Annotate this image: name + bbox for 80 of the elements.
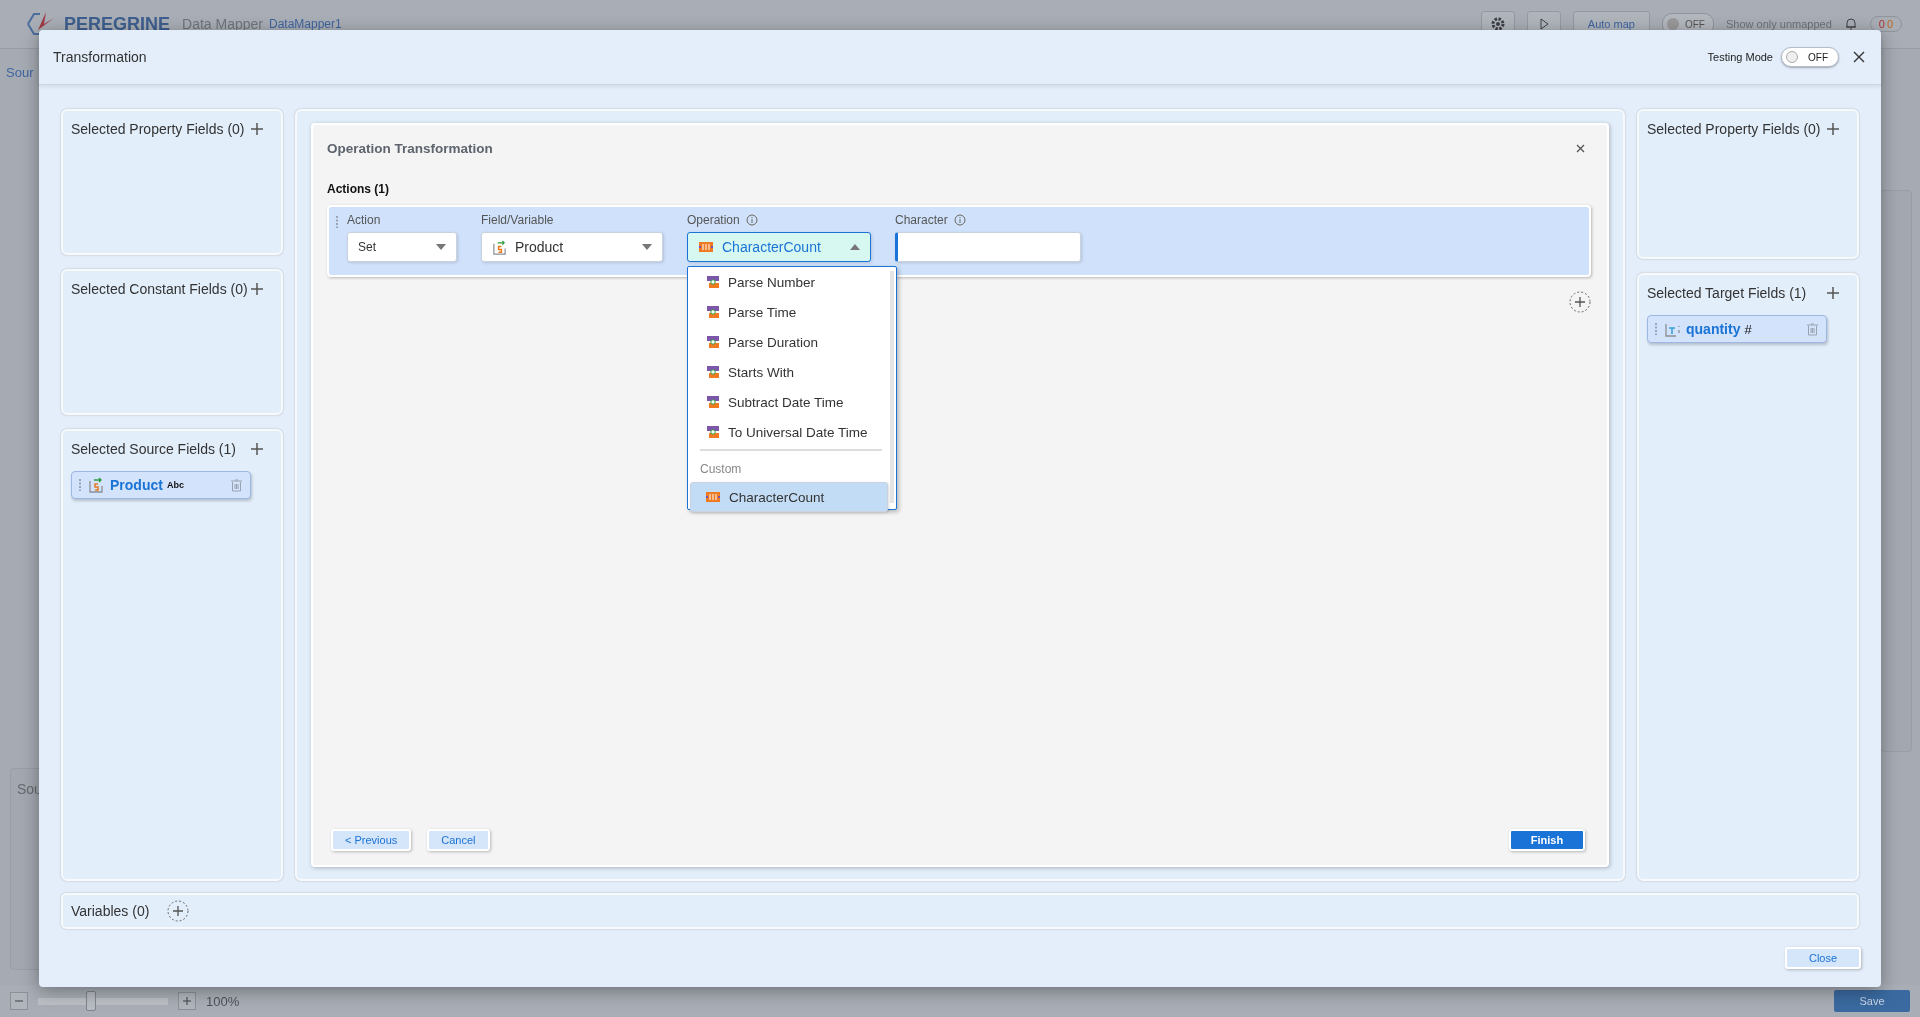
delete-icon[interactable] [1807,322,1818,336]
caret-icon [850,244,860,250]
function-icon [706,425,720,439]
panel-title: Selected Property Fields (0) [1647,121,1821,137]
save-button[interactable]: Save [1834,990,1910,1012]
add-icon[interactable] [1827,287,1839,299]
dialog-title: Transformation [53,49,148,65]
field-label: Operation [687,213,740,227]
slider-thumb[interactable] [86,991,96,1011]
operation-option[interactable]: To Universal Date Time [690,417,888,447]
add-icon[interactable] [251,123,263,135]
add-icon[interactable] [251,283,263,295]
testing-mode-toggle[interactable]: OFF [1781,47,1839,67]
testing-mode-label: Testing Mode [1707,51,1773,63]
field-select[interactable]: Product [481,232,663,262]
bell-icon[interactable] [1843,17,1858,31]
add-variable-icon[interactable] [167,900,190,922]
variables-title: Variables (0) [71,903,150,919]
finish-button[interactable]: Finish [1509,829,1585,851]
delete-icon[interactable] [231,478,242,492]
function-icon [706,365,720,379]
action-select[interactable]: Set [347,232,457,262]
zoom-reading: 100% [206,993,240,1009]
show-unmapped-label: Show only unmapped [1725,18,1832,30]
panel-title: Selected Property Fields (0) [71,121,245,137]
drag-handle-icon[interactable] [78,478,82,492]
zoom-in-button[interactable] [178,992,196,1010]
field-type: # [1744,321,1752,337]
operation-select[interactable]: CharacterCount [687,232,871,262]
custom-function-icon [705,491,721,503]
drag-handle-icon[interactable] [335,215,339,229]
field-chip[interactable]: quantity # [1647,315,1827,343]
play-icon [1537,18,1550,30]
info-icon[interactable] [953,214,966,226]
add-icon[interactable] [251,443,263,455]
add-action-icon[interactable] [1569,291,1591,313]
plus-icon [182,996,192,1006]
operation-option[interactable]: Parse Time [690,297,888,327]
string-field-icon [88,477,104,493]
add-icon[interactable] [1827,123,1839,135]
actions-heading: Actions (1) [327,182,389,196]
field-label: Field/Variable [481,213,555,227]
info-icon[interactable] [745,214,758,226]
function-icon [706,275,720,289]
operation-option[interactable]: Parse Duration [690,327,888,357]
panel-title: Selected Source Fields (1) [71,441,236,457]
zoom-out-button[interactable] [10,992,28,1010]
custom-function-icon [698,241,714,253]
close-icon[interactable] [1853,51,1865,63]
close-icon[interactable] [1576,144,1585,153]
function-icon [706,335,720,349]
function-icon [706,395,720,409]
logo-text: PEREGRINE [64,13,171,35]
operation-option[interactable]: Starts With [690,357,888,387]
count-label: 0 [1886,18,1893,30]
operation-option[interactable]: Subtract Date Time [690,387,888,417]
field-type: Abc [166,480,184,490]
field-label: Character [895,213,948,227]
count-label: 0 [1878,18,1885,30]
operation-option[interactable]: CharacterCount [690,482,888,512]
caret-icon [436,244,446,250]
caret-icon [642,244,652,250]
operation-option[interactable]: Parse Number [690,267,888,297]
previous-button[interactable]: < Previous [331,829,412,851]
text-field-icon [1664,321,1680,337]
field-chip[interactable]: Product Abc [71,471,251,499]
character-input[interactable] [895,232,1081,262]
drag-handle-icon[interactable] [1654,322,1658,336]
cancel-button[interactable]: Cancel [427,829,490,851]
group-label: Custom [699,461,742,476]
card-title: Operation Transformation [327,141,493,156]
app-title: Data Mapper [182,16,263,32]
field-name: Product [110,477,163,493]
field-label: Action [347,213,382,227]
panel-title: Selected Target Fields (1) [1647,285,1807,301]
string-field-icon [492,239,507,255]
panel-title: Selected Constant Fields (0) [71,281,248,297]
field-name: quantity [1686,321,1741,337]
function-icon [706,305,720,319]
close-button[interactable]: Close [1785,947,1861,969]
